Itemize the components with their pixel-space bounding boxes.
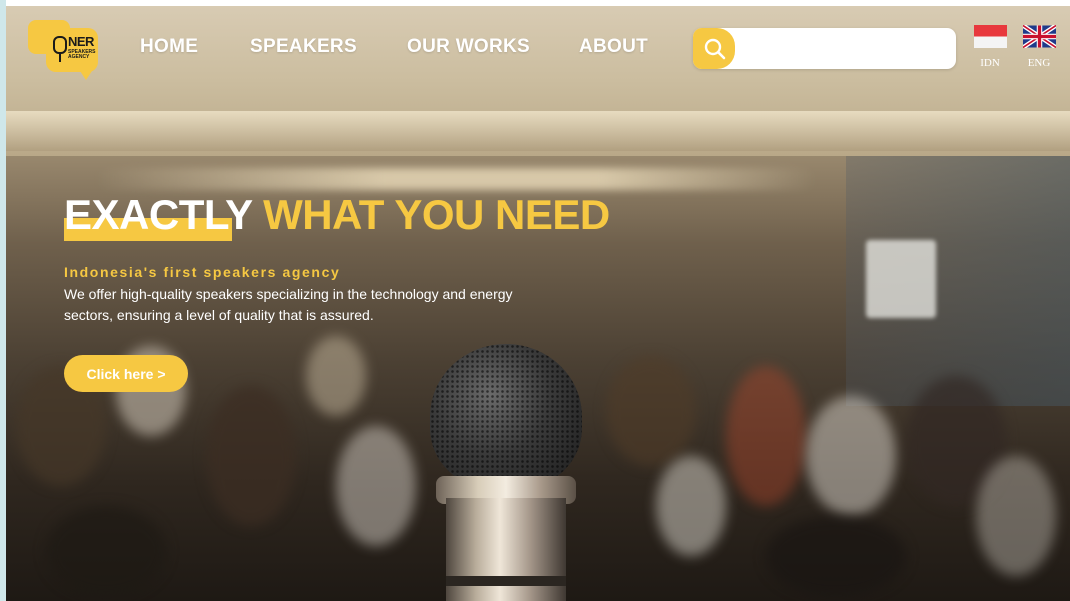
hero-title-highlight: EXACTLY: [64, 191, 252, 238]
hero-section: NER SPEAKERS AGENCY HOME SPEAKERS OUR WO…: [6, 6, 1070, 601]
hero-tagline: Indonesia's first speakers agency: [64, 264, 341, 280]
nav-about[interactable]: ABOUT: [579, 36, 648, 58]
logo[interactable]: NER SPEAKERS AGENCY: [28, 20, 102, 80]
search-input[interactable]: [739, 28, 953, 71]
cta-button[interactable]: Click here >: [64, 355, 188, 392]
search-button[interactable]: [693, 28, 735, 69]
microphone-band: [446, 576, 566, 586]
logo-bubble-tail: [78, 68, 94, 80]
search-bar: [693, 28, 956, 71]
logo-text: NER: [68, 34, 94, 49]
hero-title: EXACTLY WHAT YOU NEED: [64, 191, 610, 239]
logo-subtext: SPEAKERS AGENCY: [68, 49, 96, 60]
background-ceiling-band: [6, 111, 1070, 151]
microphone-icon: [53, 36, 67, 54]
hero-title-rest: WHAT YOU NEED: [251, 191, 610, 238]
microphone-mesh: [430, 344, 582, 489]
language-eng-label[interactable]: ENG: [1019, 57, 1059, 69]
hero-description: We offer high-quality speakers specializ…: [64, 286, 513, 323]
language-idn-label[interactable]: IDN: [970, 57, 1010, 69]
nav-our-works[interactable]: OUR WORKS: [407, 36, 530, 58]
microphone-stand-icon: [59, 54, 61, 62]
nav-speakers[interactable]: SPEAKERS: [250, 36, 357, 58]
indonesia-flag-icon[interactable]: [974, 25, 1007, 48]
background-light-strip: [96, 168, 816, 190]
search-icon: [704, 38, 726, 60]
uk-flag-icon[interactable]: [1021, 23, 1058, 50]
top-navbar: NER SPEAKERS AGENCY HOME SPEAKERS OUR WO…: [6, 6, 1070, 86]
nav-home[interactable]: HOME: [140, 36, 198, 58]
